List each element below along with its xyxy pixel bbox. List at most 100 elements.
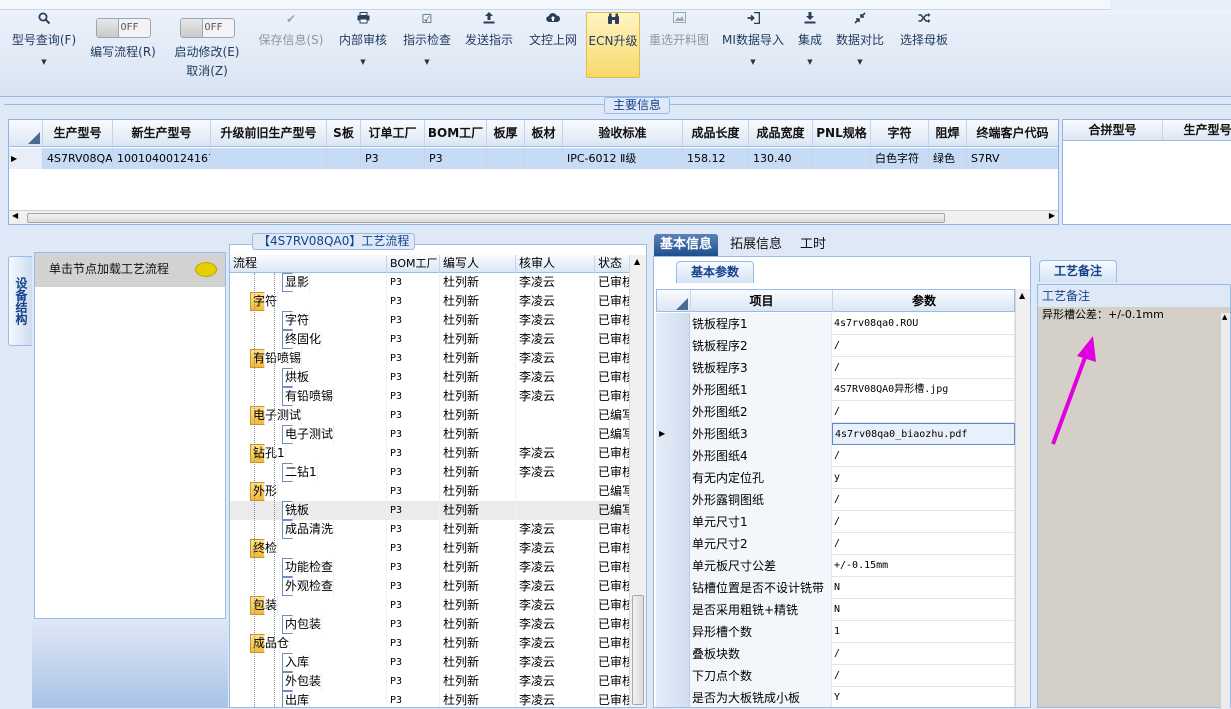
param-row-header[interactable] xyxy=(656,577,690,599)
param-value[interactable]: N xyxy=(832,599,1015,621)
param-row-header[interactable] xyxy=(656,379,690,401)
start-edit-toggle[interactable]: OFF xyxy=(179,18,235,38)
process-remark-text[interactable]: 异形槽公差：+/-0.1mm xyxy=(1038,307,1230,323)
col-writer[interactable]: 编写人 xyxy=(440,255,516,273)
horizontal-scrollbar[interactable]: ◀ ▶ xyxy=(9,210,1058,224)
col-bom-factory[interactable]: BOM工厂 xyxy=(425,120,487,146)
tab-process-remark[interactable]: 工艺备注 xyxy=(1039,260,1118,282)
param-value[interactable]: y xyxy=(832,467,1015,489)
model-query-button[interactable]: 型号查询(F) ▼ xyxy=(8,12,80,78)
param-value[interactable]: / xyxy=(832,335,1015,357)
cancel-edit-label[interactable]: 取消(Z) xyxy=(168,62,246,79)
flow-row[interactable]: 外包装 P3杜列新李凌云已审核 xyxy=(230,672,630,691)
col-flow[interactable]: 流程 xyxy=(230,255,387,273)
param-row-header[interactable] xyxy=(656,687,690,707)
col-length[interactable]: 成品长度 xyxy=(683,120,749,146)
param-row-header[interactable] xyxy=(656,489,690,511)
scrollbar-thumb[interactable] xyxy=(27,213,945,223)
flow-row[interactable]: 内包装 P3杜列新李凌云已审核 xyxy=(230,615,630,634)
param-value[interactable]: / xyxy=(832,665,1015,687)
tab-extended-info[interactable]: 拓展信息 xyxy=(724,234,788,256)
param-value[interactable]: 4s7rv08qa0_biaozhu.pdf xyxy=(832,423,1015,445)
col-width[interactable]: 成品宽度 xyxy=(749,120,813,146)
col-pnl[interactable]: PNL规格 xyxy=(813,120,871,146)
param-row[interactable]: 下刀点个数 / xyxy=(656,665,1015,687)
tab-basic-info[interactable]: 基本信息 xyxy=(654,234,719,256)
flow-row[interactable]: 功能检查 P3杜列新李凌云已审核 xyxy=(230,558,630,577)
param-row[interactable]: 单元尺寸2/ xyxy=(656,533,1015,555)
flow-row[interactable]: 二钻1 P3杜列新李凌云已审核 xyxy=(230,463,630,482)
param-row[interactable]: 外形图纸2/ xyxy=(656,401,1015,423)
tab-work-hours[interactable]: 工时 xyxy=(794,234,832,256)
flow-vertical-scrollbar[interactable]: ▲ xyxy=(629,255,646,707)
doc-online-button[interactable]: 文控上网 xyxy=(526,12,580,78)
flow-row[interactable]: 出库 P3杜列新李凌云已审核 xyxy=(230,691,630,707)
param-value[interactable]: 4S7RV08QA0异形槽.jpg xyxy=(832,379,1015,401)
flow-row[interactable]: −有铅喷锡P3杜列新李凌云已审核 xyxy=(230,349,630,368)
param-row-header[interactable] xyxy=(656,445,690,467)
param-value[interactable]: 4s7rv08qa0.ROU xyxy=(832,313,1015,335)
flow-row[interactable]: 终固化 P3杜列新李凌云已审核 xyxy=(230,330,630,349)
scroll-up-icon[interactable]: ▲ xyxy=(634,257,640,266)
write-process-toggle[interactable]: OFF xyxy=(95,18,151,38)
param-row-header[interactable] xyxy=(656,357,690,379)
param-row[interactable]: ▶ 外形图纸3 4s7rv08qa0_biaozhu.pdf xyxy=(656,423,1015,445)
col-s-board[interactable]: S板 xyxy=(327,120,361,146)
remark-scrollbar[interactable]: ▲ xyxy=(1220,313,1230,709)
param-row[interactable]: 有无内定位孔 y xyxy=(656,467,1015,489)
col-order-factory[interactable]: 订单工厂 xyxy=(361,120,425,146)
param-row[interactable]: 钻槽位置是否不设计铣带 N xyxy=(656,577,1015,599)
col-reviewer[interactable]: 核审人 xyxy=(516,255,595,273)
param-row[interactable]: 异形槽个数 1 xyxy=(656,621,1015,643)
param-row-header[interactable]: ▶ xyxy=(656,423,690,445)
flow-row[interactable]: 烘板 P3杜列新李凌云已审核 xyxy=(230,368,630,387)
col-customer-code[interactable]: 终端客户代码 xyxy=(967,120,1058,146)
tab-basic-params[interactable]: 基本参数 xyxy=(676,261,755,283)
mi-data-import-button[interactable]: MI数据导入 ▼ xyxy=(720,11,786,78)
write-process-button[interactable]: OFF 编写流程(R) xyxy=(86,14,160,80)
flow-row[interactable]: 成品清洗 P3杜列新李凌云已审核 xyxy=(230,520,630,539)
flow-row[interactable]: −字符P3杜列新李凌云已审核 xyxy=(230,292,630,311)
ecn-upgrade-button[interactable]: ECN升级 xyxy=(586,12,640,78)
flow-row[interactable]: 入库 P3杜列新李凌云已审核 xyxy=(230,653,630,672)
scroll-up-icon[interactable]: ▲ xyxy=(1019,291,1025,300)
table-row[interactable]: ▶ 4S7RV08QA0 10010400124167 P3 P3 IPC-60… xyxy=(9,148,1058,169)
main-info-grid[interactable]: 生产型号 新生产型号 升级前旧生产型号 S板 订单工厂 BOM工厂 板厚 板材 … xyxy=(8,119,1059,225)
flow-row[interactable]: −包装P3杜列新李凌云已审核 xyxy=(230,596,630,615)
data-compare-button[interactable]: 数据对比 ▼ xyxy=(834,12,886,78)
process-flow-tree[interactable]: 流程 BOM工厂 编写人 核审人 状态 显影P3杜列新李凌云已审核−字符P3杜列… xyxy=(229,244,647,708)
flow-scrollbar-thumb[interactable] xyxy=(632,595,644,705)
param-value[interactable]: 1 xyxy=(832,621,1015,643)
flow-row[interactable]: 电子测试 P3杜列新 已编写 xyxy=(230,425,630,444)
col-status[interactable]: 状态 xyxy=(595,255,630,273)
integrate-button[interactable]: 集成 ▼ xyxy=(794,12,826,78)
col-old-model[interactable]: 升级前旧生产型号 xyxy=(211,120,327,146)
param-row-header[interactable] xyxy=(656,335,690,357)
params-vertical-scrollbar[interactable]: ▲ xyxy=(1015,289,1030,707)
col-flow-bom[interactable]: BOM工厂 xyxy=(387,255,440,273)
internal-review-button[interactable]: 内部审核 ▼ xyxy=(336,12,390,78)
param-value[interactable]: +/-0.15mm xyxy=(832,555,1015,577)
flow-row[interactable]: 外观检查 P3杜列新李凌云已审核 xyxy=(230,577,630,596)
param-value[interactable]: Y xyxy=(832,687,1015,707)
param-row-header[interactable] xyxy=(656,665,690,687)
param-row[interactable]: 单元尺寸1/ xyxy=(656,511,1015,533)
save-info-button[interactable]: ✔ 保存信息(S) xyxy=(254,12,328,78)
scroll-up-icon[interactable]: ▲ xyxy=(1222,313,1227,321)
param-row-header[interactable] xyxy=(656,401,690,423)
col-material[interactable]: 板材 xyxy=(525,120,563,146)
param-row-header[interactable] xyxy=(656,621,690,643)
param-value[interactable]: / xyxy=(832,401,1015,423)
param-value[interactable]: / xyxy=(832,489,1015,511)
col-acceptance[interactable]: 验收标准 xyxy=(563,120,683,146)
param-row[interactable]: 是否为大板铣成小板 Y xyxy=(656,687,1015,707)
col-param[interactable]: 参数 xyxy=(833,290,1016,312)
col-side-model[interactable]: 生产型号 xyxy=(1163,120,1231,140)
merged-model-grid[interactable]: 合拼型号 生产型号 xyxy=(1062,119,1231,225)
scroll-left-icon[interactable]: ◀ xyxy=(12,211,18,220)
flow-row[interactable]: 有铅喷锡 P3杜列新李凌云已审核 xyxy=(230,387,630,406)
param-value[interactable]: / xyxy=(832,643,1015,665)
param-row[interactable]: 外形图纸1 4S7RV08QA0异形槽.jpg xyxy=(656,379,1015,401)
flow-row[interactable]: −外形P3杜列新已编写 xyxy=(230,482,630,501)
start-edit-button[interactable]: OFF 启动修改(E) 取消(Z) xyxy=(168,14,246,80)
